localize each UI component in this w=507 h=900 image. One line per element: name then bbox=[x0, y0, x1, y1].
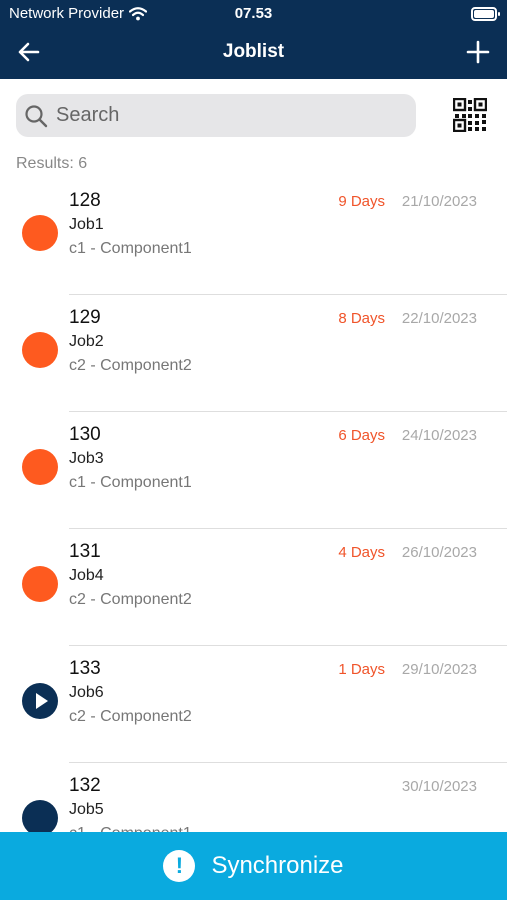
job-number: 130 bbox=[69, 424, 101, 445]
job-list: 128 Job1 c1 - Component1 9 Days 21/10/2023 12… bbox=[0, 178, 507, 832]
search-bar[interactable] bbox=[16, 94, 416, 137]
job-number: 129 bbox=[69, 307, 101, 328]
job-component: c2 - Component2 bbox=[69, 591, 192, 608]
results-count: Results: 6 bbox=[16, 155, 88, 172]
job-number: 128 bbox=[69, 190, 101, 211]
job-date: 24/10/2023 bbox=[401, 427, 477, 444]
status-dot-icon bbox=[22, 449, 58, 485]
status-dot-icon bbox=[22, 215, 58, 251]
job-date: 30/10/2023 bbox=[401, 778, 477, 795]
qr-code-icon[interactable] bbox=[453, 98, 487, 132]
job-name: Job3 bbox=[69, 450, 104, 467]
job-row[interactable]: 133 Job6 c2 - Component2 1 Days 29/10/2023 bbox=[0, 646, 507, 763]
top-bar: Network Provider 07.53 Joblist bbox=[0, 0, 507, 79]
job-date: 22/10/2023 bbox=[401, 310, 477, 327]
clock: 07.53 bbox=[234, 5, 273, 22]
job-number: 132 bbox=[69, 775, 101, 796]
job-row[interactable]: 128 Job1 c1 - Component1 9 Days 21/10/2023 bbox=[0, 178, 507, 295]
battery-icon bbox=[471, 7, 500, 21]
status-bar: Network Provider 07.53 bbox=[0, 0, 507, 26]
job-days-remaining: 6 Days bbox=[338, 427, 385, 444]
job-component: c2 - Component2 bbox=[69, 357, 192, 374]
job-date: 21/10/2023 bbox=[401, 193, 477, 210]
job-name: Job4 bbox=[69, 567, 104, 584]
job-row[interactable]: 130 Job3 c1 - Component1 6 Days 24/10/2023 bbox=[0, 412, 507, 529]
status-dot-icon bbox=[22, 800, 58, 832]
job-number: 133 bbox=[69, 658, 101, 679]
job-days-remaining: 1 Days bbox=[338, 661, 385, 678]
job-component: c1 - Component1 bbox=[69, 474, 192, 491]
job-component: c1 - Component1 bbox=[69, 825, 192, 832]
job-row[interactable]: 129 Job2 c2 - Component2 8 Days 22/10/2023 bbox=[0, 295, 507, 412]
job-name: Job2 bbox=[69, 333, 104, 350]
search-icon bbox=[25, 104, 48, 127]
job-days-remaining: 9 Days bbox=[338, 193, 385, 210]
job-component: c1 - Component1 bbox=[69, 240, 192, 257]
back-arrow-icon[interactable] bbox=[14, 37, 44, 67]
job-name: Job1 bbox=[69, 216, 104, 233]
job-days-remaining: 4 Days bbox=[338, 544, 385, 561]
synchronize-button[interactable]: ! Synchronize bbox=[0, 832, 507, 900]
synchronize-label: Synchronize bbox=[211, 852, 344, 879]
job-name: Job6 bbox=[69, 684, 104, 701]
job-date: 29/10/2023 bbox=[401, 661, 477, 678]
search-input[interactable] bbox=[54, 103, 398, 128]
job-number: 131 bbox=[69, 541, 101, 562]
job-row[interactable]: 131 Job4 c2 - Component2 4 Days 26/10/2023 bbox=[0, 529, 507, 646]
status-dot-icon bbox=[22, 566, 58, 602]
plus-icon[interactable] bbox=[463, 37, 493, 67]
exclamation-icon: ! bbox=[163, 850, 196, 882]
job-days-remaining: 8 Days bbox=[338, 310, 385, 327]
status-dot-icon bbox=[22, 332, 58, 368]
page-title: Joblist bbox=[222, 41, 285, 62]
job-date: 26/10/2023 bbox=[401, 544, 477, 561]
job-component: c2 - Component2 bbox=[69, 708, 192, 725]
job-name: Job5 bbox=[69, 801, 104, 818]
nav-bar: Joblist bbox=[0, 29, 507, 75]
play-status-icon bbox=[22, 683, 58, 719]
job-row[interactable]: 132 Job5 c1 - Component1 30/10/2023 bbox=[0, 763, 507, 832]
